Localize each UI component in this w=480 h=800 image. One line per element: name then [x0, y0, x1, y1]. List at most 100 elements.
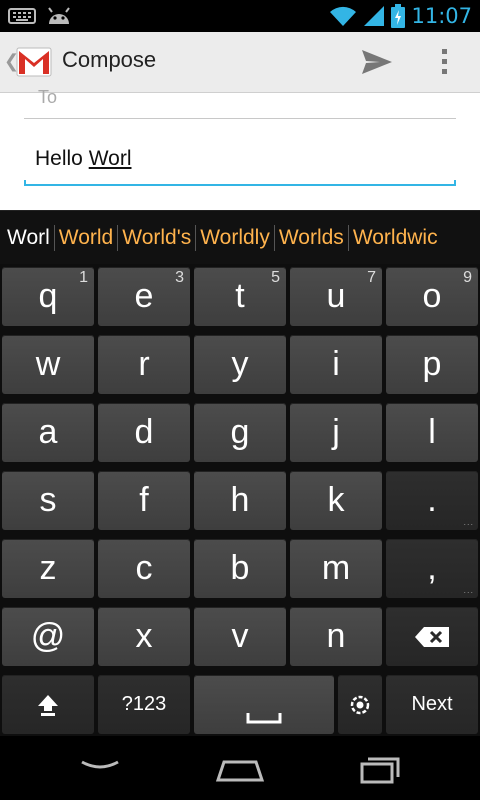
key-label: r [138, 345, 150, 383]
signal-icon [364, 6, 385, 26]
key-label: k [327, 481, 345, 519]
key-hint: 1 [79, 269, 88, 286]
key-p[interactable]: p [386, 335, 478, 394]
home-icon[interactable] [210, 750, 270, 786]
key-label: y [231, 345, 249, 383]
wifi-icon [330, 6, 357, 27]
recent-apps-icon[interactable] [350, 750, 410, 786]
to-field[interactable]: To [38, 87, 57, 108]
overflow-menu-icon[interactable] [438, 46, 450, 78]
suggestion-strip: Worl World World's Worldly Worlds Worldw… [0, 210, 480, 265]
key-label: @ [30, 617, 66, 655]
key-label: Next [411, 693, 453, 715]
key-t[interactable]: t5 [194, 267, 286, 326]
symbols-key[interactable]: ?123 [98, 675, 190, 734]
to-field-underline [24, 118, 456, 119]
key-a[interactable]: a [2, 403, 94, 462]
key-e[interactable]: e3 [98, 267, 190, 326]
key-c[interactable]: c [98, 539, 190, 598]
settings-key[interactable] [338, 675, 382, 734]
body-composing-text: Worl [88, 147, 132, 170]
body-field[interactable]: Hello Worl [35, 147, 131, 171]
key-label: ?123 [121, 693, 167, 715]
key-label: b [230, 549, 250, 587]
gmail-logo-icon[interactable] [16, 46, 52, 78]
key-label: u [326, 277, 346, 315]
key-hint: 7 [367, 269, 376, 286]
suggestion-item[interactable]: Worldly [196, 226, 274, 250]
suggestion-item[interactable]: World [55, 226, 117, 250]
key-label: g [230, 413, 250, 451]
space-icon [246, 712, 282, 723]
key-r[interactable]: r [98, 335, 190, 394]
key-label: q [38, 277, 58, 315]
key-label: w [35, 345, 61, 383]
key-i[interactable]: i [290, 335, 382, 394]
key-n[interactable]: n [290, 607, 382, 666]
compose-form: To Hello Worl [0, 87, 480, 210]
key-label: d [134, 413, 154, 451]
body-text-prefix: Hello [35, 147, 89, 170]
key-label: h [230, 481, 250, 519]
key-j[interactable]: j [290, 403, 382, 462]
key-u[interactable]: u7 [290, 267, 382, 326]
shift-key[interactable] [2, 675, 94, 734]
delete-key[interactable] [386, 607, 478, 666]
key-s[interactable]: s [2, 471, 94, 530]
key-f[interactable]: f [98, 471, 190, 530]
key-q[interactable]: q1 [2, 267, 94, 326]
suggestion-item[interactable]: Worldwic [349, 226, 442, 250]
settings-icon [350, 695, 370, 714]
keyboard-icon [8, 8, 36, 24]
navigation-bar [0, 736, 480, 800]
key-y[interactable]: y [194, 335, 286, 394]
suggestion-typed[interactable]: Worl [0, 226, 54, 250]
android-icon [48, 7, 70, 24]
space-key[interactable] [194, 675, 334, 734]
key-b[interactable]: b [194, 539, 286, 598]
key-h[interactable]: h [194, 471, 286, 530]
key-w[interactable]: w [2, 335, 94, 394]
key-period[interactable]: .... [386, 471, 478, 530]
key-label: o [422, 277, 442, 315]
key-label: f [139, 481, 149, 519]
key-label: l [428, 413, 436, 451]
suggestion-item[interactable]: Worlds [275, 226, 348, 250]
key-label: m [321, 549, 351, 587]
key-x[interactable]: x [98, 607, 190, 666]
body-field-underline [24, 180, 456, 186]
shift-icon [38, 694, 58, 716]
next-key[interactable]: Next [386, 675, 478, 734]
key-label: x [135, 617, 153, 655]
key-label: j [332, 413, 340, 451]
key-m[interactable]: m [290, 539, 382, 598]
page-title: Compose [62, 47, 157, 72]
suggestion-item[interactable]: World's [118, 226, 195, 250]
key-o[interactable]: o9 [386, 267, 478, 326]
action-bar: ❮ Compose [0, 32, 480, 93]
key-label: i [332, 345, 340, 383]
key-hint: 3 [175, 269, 184, 286]
key-z[interactable]: z [2, 539, 94, 598]
key-label: z [39, 549, 57, 587]
key-d[interactable]: d [98, 403, 190, 462]
key-more-dots: ... [463, 517, 474, 527]
status-time: 11:07 [411, 4, 472, 28]
send-icon[interactable] [360, 46, 394, 78]
key-label: t [235, 277, 245, 315]
battery-icon [391, 4, 406, 28]
key-l[interactable]: l [386, 403, 478, 462]
delete-icon [415, 626, 449, 647]
status-bar: 11:07 [0, 0, 480, 32]
key-label: c [135, 549, 153, 587]
key-label: v [231, 617, 249, 655]
key-comma[interactable]: ,... [386, 539, 478, 598]
key-at[interactable]: @ [2, 607, 94, 666]
back-icon[interactable] [70, 750, 130, 786]
key-k[interactable]: k [290, 471, 382, 530]
key-v[interactable]: v [194, 607, 286, 666]
key-g[interactable]: g [194, 403, 286, 462]
key-label: s [39, 481, 57, 519]
key-label: a [38, 413, 58, 451]
key-label: , [427, 549, 437, 587]
